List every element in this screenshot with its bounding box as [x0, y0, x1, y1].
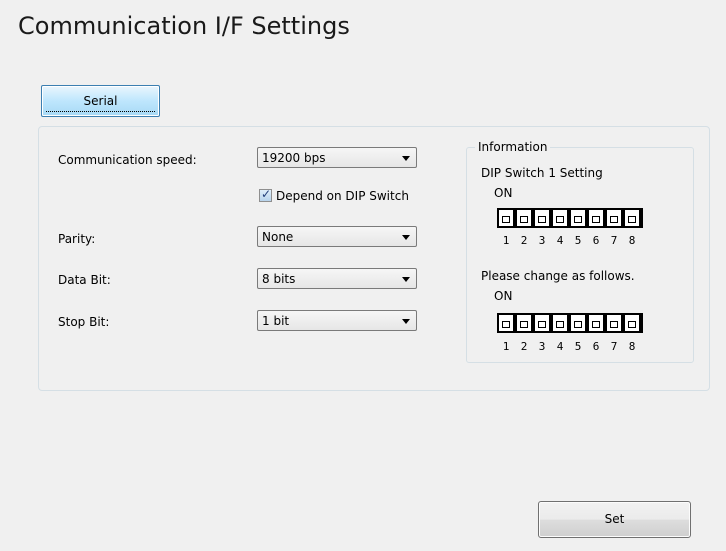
dip-switch-numbers: 12345678	[497, 234, 643, 248]
dip-switch-number: 6	[592, 340, 600, 353]
chevron-down-icon	[402, 277, 410, 282]
dip-switch-number: 3	[538, 340, 546, 353]
dip-switch-knob	[592, 216, 600, 223]
dip-switch-number: 2	[520, 234, 528, 247]
dip-switch-number: 7	[610, 234, 618, 247]
data-bit-label: Data Bit:	[58, 273, 111, 287]
chevron-down-icon	[402, 235, 410, 240]
data-bit-select[interactable]: 8 bits	[257, 268, 417, 289]
dip-switch-knob	[610, 216, 618, 223]
dip-switch-number: 1	[502, 340, 510, 353]
focus-indicator	[46, 111, 155, 112]
set-button-label: Set	[604, 512, 625, 526]
dip-switch-4	[553, 315, 567, 331]
dip-switch-knob	[502, 216, 510, 223]
communication-speed-label: Communication speed:	[58, 153, 197, 167]
page-title: Communication I/F Settings	[18, 12, 350, 40]
set-button[interactable]: Set	[538, 501, 691, 538]
stop-bit-value: 1 bit	[262, 314, 290, 328]
dip-switch-4	[553, 210, 567, 226]
information-legend: Information	[475, 140, 551, 154]
tab-serial-label: Serial	[83, 94, 118, 108]
dip-switch-current	[497, 208, 643, 228]
tab-serial[interactable]: Serial	[41, 85, 160, 117]
dip-switch-number: 5	[574, 234, 582, 247]
dip-switch-knob	[538, 216, 546, 223]
dip-switch-knob	[628, 216, 636, 223]
communication-speed-select[interactable]: 19200 bps	[257, 147, 417, 168]
dip-switch-knob	[574, 321, 582, 328]
dip-switch-number: 6	[592, 234, 600, 247]
chevron-down-icon	[402, 319, 410, 324]
check-icon: ✓	[261, 187, 272, 201]
dip-switch-number: 2	[520, 340, 528, 353]
dip-switch-8	[625, 315, 639, 331]
dip-switch-6	[589, 315, 603, 331]
dip-switch-knob	[520, 321, 528, 328]
dip-switch-number: 8	[628, 234, 636, 247]
dip-switch-number: 4	[556, 340, 564, 353]
dip-switch-number: 1	[502, 234, 510, 247]
dip-on-label-target: ON	[494, 289, 513, 303]
dip-switch-number: 8	[628, 340, 636, 353]
dip-switch-5	[571, 315, 585, 331]
dip-switch-number: 3	[538, 234, 546, 247]
checkbox-box[interactable]: ✓	[259, 187, 272, 202]
dip-switch-2	[517, 210, 531, 226]
dip-switch-knob	[556, 216, 564, 223]
stop-bit-select[interactable]: 1 bit	[257, 310, 417, 331]
dip-switch-title: DIP Switch 1 Setting	[481, 166, 603, 180]
dip-switch-knob	[610, 321, 618, 328]
parity-select[interactable]: None	[257, 226, 417, 247]
dip-switch-knob	[628, 321, 636, 328]
dip-switch-number: 5	[574, 340, 582, 353]
stop-bit-label: Stop Bit:	[58, 315, 110, 329]
dip-switch-1	[499, 210, 513, 226]
dip-switch-target-numbers: 12345678	[497, 340, 643, 354]
chevron-down-icon	[402, 156, 410, 161]
dip-switch-7	[607, 210, 621, 226]
dip-switch-2	[517, 315, 531, 331]
dip-switch-3	[535, 210, 549, 226]
parity-value: None	[262, 230, 294, 244]
dip-switch-target	[497, 313, 643, 333]
dip-switch-1	[499, 315, 513, 331]
dip-switch-knob	[592, 321, 600, 328]
dip-switch-knob	[574, 216, 582, 223]
parity-label: Parity:	[58, 232, 96, 246]
dip-switch-7	[607, 315, 621, 331]
dip-switch-5	[571, 210, 585, 226]
dip-switch-6	[589, 210, 603, 226]
dip-switch-knob	[502, 321, 510, 328]
data-bit-value: 8 bits	[262, 272, 296, 286]
dip-switch-knob	[538, 321, 546, 328]
change-instruction: Please change as follows.	[481, 269, 635, 283]
dip-switch-number: 7	[610, 340, 618, 353]
dip-switch-knob	[556, 321, 564, 328]
dip-on-label: ON	[494, 186, 513, 200]
depend-on-dip-label: Depend on DIP Switch	[276, 189, 409, 203]
dip-switch-knob	[520, 216, 528, 223]
dip-switch-number: 4	[556, 234, 564, 247]
communication-speed-value: 19200 bps	[262, 151, 326, 165]
dip-switch-8	[625, 210, 639, 226]
dip-switch-3	[535, 315, 549, 331]
